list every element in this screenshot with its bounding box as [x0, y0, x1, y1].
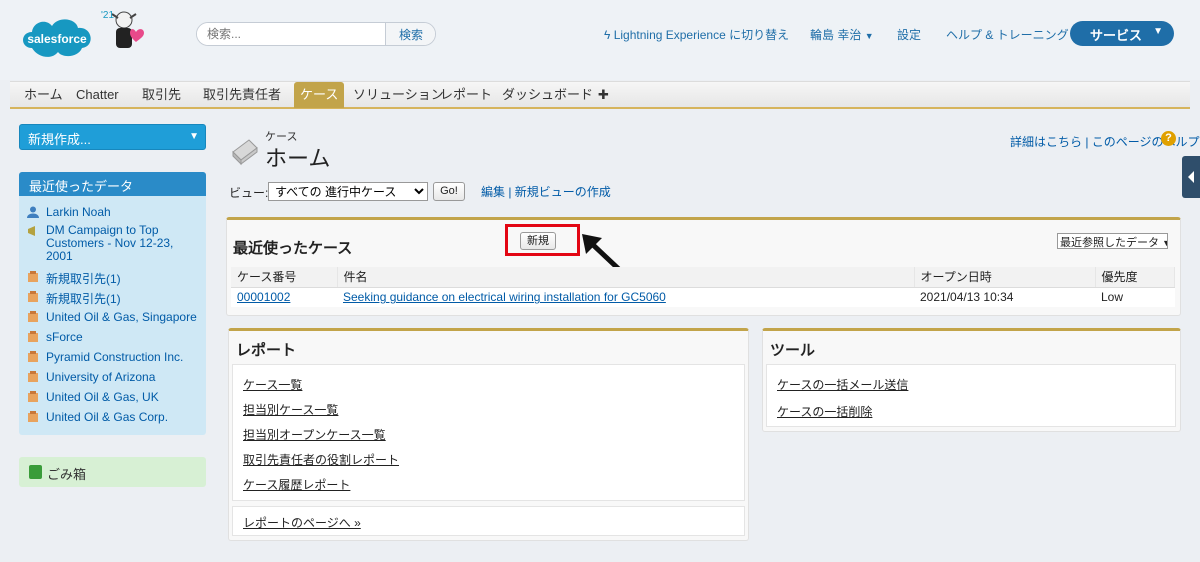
- sort-select[interactable]: 最近参照したデータ ▼: [1057, 233, 1168, 249]
- recent-item-label: Larkin Noah: [46, 205, 111, 219]
- switch-lightning-link[interactable]: ϟ Lightning Experience に切り替え: [604, 26, 789, 43]
- case-icon: [232, 139, 258, 166]
- recent-item-label: United Oil & Gas Corp.: [46, 410, 169, 424]
- user-name: 輪島 幸治: [810, 28, 862, 42]
- view-select[interactable]: すべての 進行中ケース: [268, 182, 428, 201]
- column-header-priority[interactable]: 優先度: [1095, 267, 1175, 288]
- app-menu-button[interactable]: サービス ▼: [1070, 21, 1174, 46]
- account-icon: [28, 351, 38, 362]
- add-tab-icon[interactable]: ✚: [592, 82, 615, 108]
- column-header-opened[interactable]: オープン日時: [914, 267, 1096, 288]
- chevron-left-icon: [1188, 171, 1194, 183]
- case-number-link[interactable]: 00001002: [237, 290, 290, 304]
- reports-panel: レポート ケース一覧 担当別ケース一覧 担当別オープンケース一覧 取引先責任者の…: [228, 328, 749, 541]
- trash-icon: [29, 465, 42, 479]
- report-link-case-list[interactable]: ケース一覧: [243, 376, 302, 393]
- account-icon: [28, 271, 38, 282]
- global-header: salesforce '21 検索 ϟ Lightning Experience…: [0, 0, 1200, 80]
- recent-item-label: 新規取引先(1): [46, 292, 121, 306]
- recent-item-label: United Oil & Gas, UK: [46, 390, 159, 404]
- search-button[interactable]: 検索: [385, 23, 435, 45]
- reports-list: ケース一覧 担当別ケース一覧 担当別オープンケース一覧 取引先責任者の役割レポー…: [232, 364, 745, 501]
- account-icon: [28, 371, 38, 382]
- page-title: ホーム: [265, 146, 331, 171]
- recycle-bin-label: ごみ箱: [47, 467, 87, 482]
- go-button[interactable]: Go!: [433, 182, 465, 201]
- mascot-badge: '21: [101, 10, 114, 21]
- recent-item-label: United Oil & Gas, Singapore: [46, 310, 197, 324]
- column-header-subject[interactable]: 件名: [337, 267, 915, 288]
- chevron-down-icon: ▼: [864, 31, 874, 41]
- tab-chatter[interactable]: Chatter: [70, 82, 125, 108]
- mascot-icon: '21: [101, 10, 144, 48]
- search-input[interactable]: [197, 23, 385, 45]
- report-link-cases-by-owner[interactable]: 担当別ケース一覧: [243, 401, 338, 418]
- recent-item-label: 新規取引先(1): [46, 272, 121, 286]
- help-training-link[interactable]: ヘルプ & トレーニング: [946, 26, 1069, 43]
- sidebar-toggle[interactable]: [1182, 156, 1200, 198]
- table-header-row: ケース番号 件名 オープン日時 優先度: [231, 267, 1175, 288]
- tab-dashboards[interactable]: ダッシュボード: [496, 82, 599, 108]
- sort-selected: 最近参照したデータ: [1060, 237, 1159, 249]
- recent-cases-table: ケース番号 件名 オープン日時 優先度 00001002 Seeking gui…: [231, 267, 1175, 307]
- report-link-contact-roles[interactable]: 取引先責任者の役割レポート: [243, 451, 399, 468]
- tab-cases[interactable]: ケース: [294, 82, 345, 108]
- reports-title: レポート: [236, 342, 297, 359]
- reports-page-link[interactable]: レポートのページへ »: [243, 514, 361, 531]
- account-icon: [28, 311, 38, 322]
- switch-lightning-label: Lightning Experience に切り替え: [613, 28, 790, 42]
- global-search: 検索: [196, 22, 436, 46]
- tab-home[interactable]: ホーム: [18, 82, 69, 108]
- tool-link-mass-delete[interactable]: ケースの一括削除: [777, 403, 872, 420]
- tab-accounts[interactable]: 取引先: [136, 82, 187, 108]
- case-subject-link[interactable]: Seeking guidance on electrical wiring in…: [343, 290, 666, 304]
- campaign-icon: [28, 226, 35, 236]
- chevron-down-icon: ▼: [189, 131, 199, 142]
- salesforce-logo[interactable]: salesforce: [18, 12, 96, 62]
- tools-list: ケースの一括メール送信 ケースの一括削除: [766, 364, 1176, 427]
- tab-bar: ホーム Chatter 取引先 取引先責任者 ケース ソリューション レポート …: [10, 81, 1190, 109]
- view-edit-links[interactable]: 編集 | 新規ビューの作成: [481, 183, 611, 200]
- lightning-bolt-icon: ϟ: [604, 28, 611, 42]
- recent-cases-title: 最近使ったケース: [233, 240, 353, 257]
- user-menu[interactable]: 輪島 幸治 ▼: [810, 26, 874, 43]
- setup-link[interactable]: 設定: [897, 26, 921, 43]
- tools-panel: ツール ケースの一括メール送信 ケースの一括削除: [762, 328, 1181, 432]
- case-opened-date: 2021/04/13 10:34: [920, 290, 1014, 305]
- recent-items-panel: 最近使ったデータ Larkin Noah DM Campaign to Top …: [19, 172, 206, 435]
- column-header-case-number[interactable]: ケース番号: [231, 267, 338, 288]
- case-priority: Low: [1101, 290, 1124, 305]
- table-row: 00001002 Seeking guidance on electrical …: [231, 287, 1175, 307]
- chevron-down-icon: ▼: [1153, 26, 1163, 37]
- recent-items-title: 最近使ったデータ: [19, 172, 206, 196]
- app-menu-label: サービス: [1090, 28, 1143, 43]
- recent-item-label: Pyramid Construction Inc.: [46, 350, 184, 364]
- tab-contacts[interactable]: 取引先責任者: [197, 82, 287, 108]
- account-icon: [28, 391, 38, 402]
- tool-link-mass-email[interactable]: ケースの一括メール送信: [777, 376, 908, 393]
- create-new-label: 新規作成...: [28, 132, 91, 147]
- recent-item-label: sForce: [46, 330, 83, 344]
- tab-reports[interactable]: レポート: [434, 82, 498, 108]
- reports-more-box: レポートのページへ »: [232, 506, 745, 536]
- recent-item-label: DM Campaign to Top Customers - Nov 12-23…: [46, 223, 174, 263]
- highlight-box: [505, 224, 580, 256]
- report-link-open-cases-by-owner[interactable]: 担当別オープンケース一覧: [243, 426, 386, 443]
- recent-item-label: University of Arizona: [46, 370, 156, 384]
- tools-title: ツール: [770, 342, 816, 359]
- account-icon: [28, 411, 38, 422]
- help-icon[interactable]: ?: [1161, 131, 1176, 146]
- recycle-bin-link[interactable]: ごみ箱: [19, 457, 206, 487]
- account-icon: [28, 331, 38, 342]
- chevron-down-icon: ▼: [1162, 238, 1167, 248]
- create-new-dropdown[interactable]: 新規作成... ▼: [19, 124, 206, 150]
- logo-text: salesforce: [27, 32, 87, 46]
- report-link-case-history[interactable]: ケース履歴レポート: [243, 476, 350, 493]
- view-label: ビュー:: [229, 186, 269, 200]
- account-icon: [28, 291, 38, 302]
- contact-icon: [27, 206, 39, 218]
